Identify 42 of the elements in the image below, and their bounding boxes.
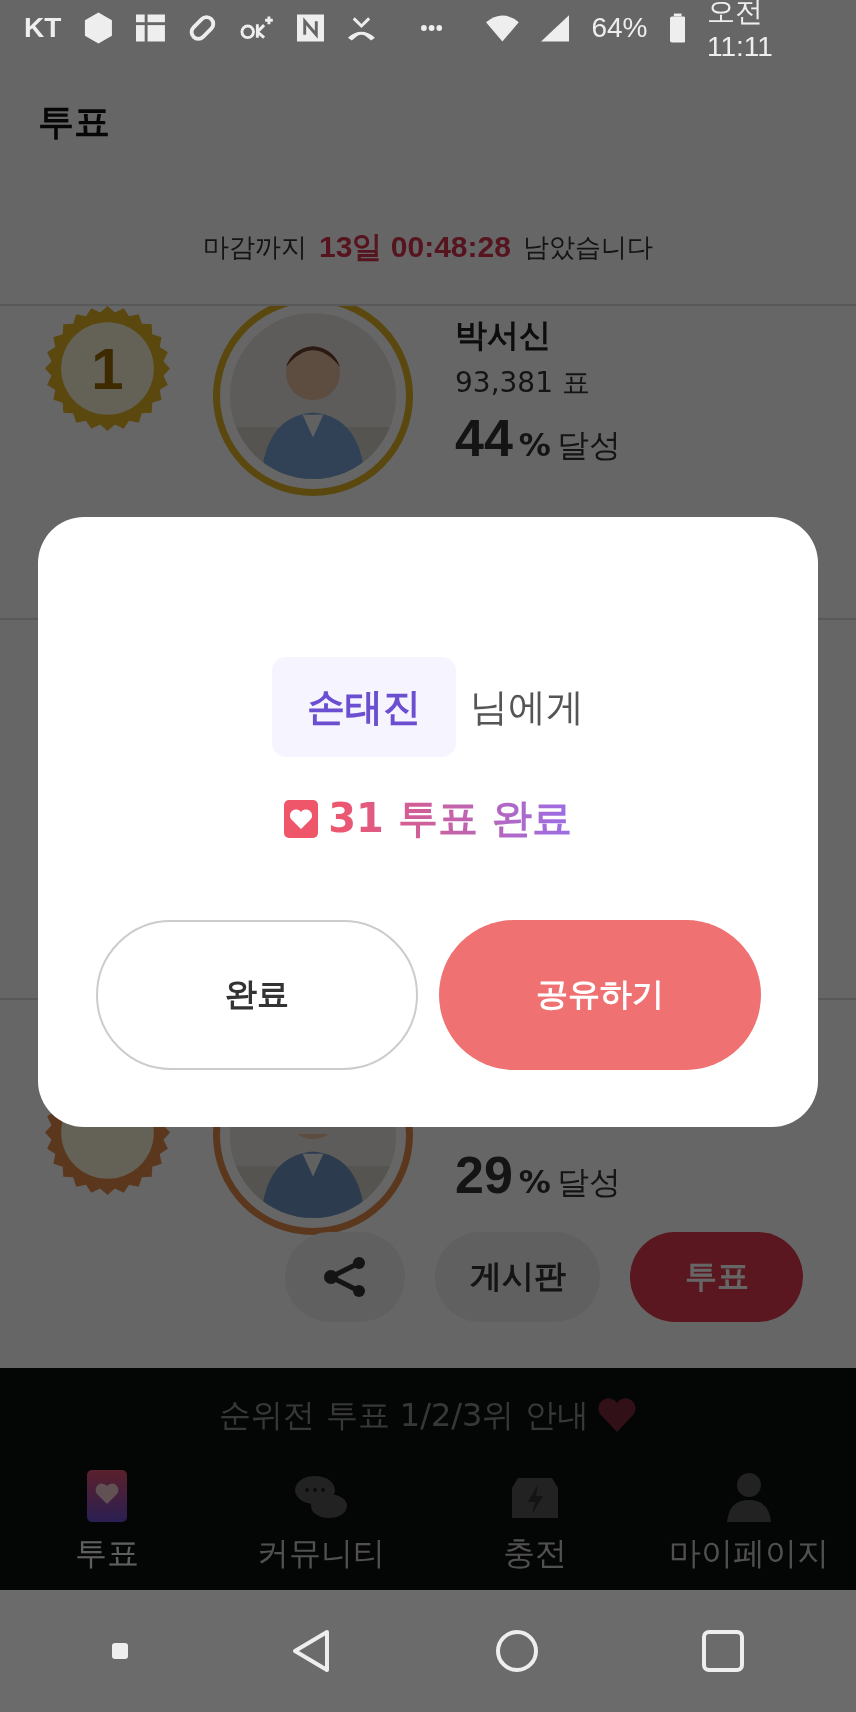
user-icon xyxy=(727,1472,771,1522)
rosette-icon xyxy=(45,306,170,431)
countdown-suffix: 남았습니다 xyxy=(522,230,653,264)
tab-item[interactable]: 마이페이지 xyxy=(642,1452,856,1590)
carrier-label: KT xyxy=(24,11,62,44)
share-icon xyxy=(323,1257,367,1297)
vote-button[interactable]: 투표 xyxy=(630,1232,803,1322)
recipient-name: 손태진 xyxy=(272,657,456,757)
tab-item[interactable]: 충전 xyxy=(428,1452,642,1590)
percent-value: 29 xyxy=(455,1145,513,1205)
tab-item[interactable]: 커뮤니티 xyxy=(214,1452,428,1590)
recents-icon[interactable] xyxy=(702,1630,745,1672)
done-button[interactable]: 완료 xyxy=(95,920,418,1070)
sparkle-icon xyxy=(239,13,275,42)
signal-icon xyxy=(540,13,570,42)
percent-unit: % xyxy=(518,1163,551,1201)
board-button[interactable]: 게시판 xyxy=(435,1232,600,1322)
rank-number: 1 xyxy=(91,335,124,402)
recipient-suffix: 님에게 xyxy=(470,683,584,731)
percent-unit: % xyxy=(518,426,551,464)
countdown-label: 마감까지 xyxy=(203,230,308,264)
grid-icon xyxy=(136,13,166,42)
wifi-icon xyxy=(485,13,519,42)
page-title: 투표 xyxy=(38,100,110,144)
share-button[interactable]: 공유하기 xyxy=(438,920,761,1070)
heart-card-icon xyxy=(87,1470,127,1522)
achieved-label: 달성 xyxy=(556,1162,621,1203)
square-icon xyxy=(296,13,324,42)
percent-value: 44 xyxy=(455,408,513,468)
heart-icon xyxy=(596,1398,637,1434)
battery-percent: 64% xyxy=(591,11,648,44)
back-icon[interactable] xyxy=(291,1629,332,1673)
candidate-name: 박서신 xyxy=(455,315,552,356)
countdown-time: 13일 00:48:28 xyxy=(319,228,511,265)
vote-count: 93,381 표 xyxy=(455,365,591,401)
more-icon xyxy=(420,24,442,31)
tab-item[interactable]: 투표 xyxy=(0,1452,214,1590)
hexagon-icon xyxy=(83,10,115,45)
battery-icon xyxy=(669,12,685,43)
achieved-label: 달성 xyxy=(556,425,621,466)
home-icon[interactable] xyxy=(494,1629,539,1673)
clock: 오전 11:11 xyxy=(706,0,774,63)
